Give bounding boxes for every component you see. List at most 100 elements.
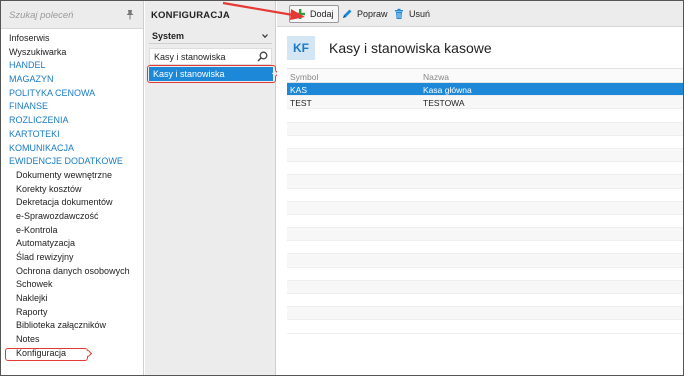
sidebar-item[interactable]: FINANSE (1, 100, 144, 114)
content-area: Dodaj Popraw Usuń KF Kasy i stanowiska k… (277, 1, 683, 375)
empty-row (287, 122, 683, 136)
empty-row (287, 228, 683, 242)
sidebar-item[interactable]: MAGAZYN (1, 73, 144, 87)
configuration-panel-title: KONFIGURACJA (151, 10, 230, 21)
sidebar-item[interactable]: KOMUNIKACJA (1, 142, 144, 156)
filter-input[interactable]: Kasy i stanowiska (149, 48, 272, 65)
sidebar-item[interactable]: Naklejki (1, 292, 144, 306)
table-row[interactable]: TEST TESTOWA (287, 96, 683, 110)
add-button[interactable]: Dodaj (289, 5, 339, 23)
delete-button-label: Usuń (409, 9, 431, 19)
pin-icon[interactable] (125, 9, 135, 20)
app-window: Szukaj poleceń Infoserwis Wyszukiwarka HAN… (0, 0, 684, 376)
sidebar-item-label: EWIDENCJE DODATKOWE (9, 156, 123, 167)
sidebar-item[interactable]: POLITYKA CENOWA (1, 87, 144, 101)
sidebar-item[interactable]: EWIDENCJE DODATKOWE (1, 155, 144, 169)
filter-input-value: Kasy i stanowiska (154, 52, 226, 62)
toolbar: Dodaj Popraw Usuń (277, 1, 683, 27)
cell-symbol: KAS (290, 85, 308, 95)
sidebar-item[interactable]: Konfiguracja (1, 347, 144, 361)
empty-row (287, 280, 683, 294)
sidebar-item[interactable]: Dekretacja dokumentów (1, 196, 144, 210)
sidebar-item-label: KARTOTEKI (9, 128, 60, 139)
empty-row (287, 307, 683, 321)
search-icon[interactable] (257, 51, 268, 62)
sidebar-item-label: e-Sprawozdawczość (16, 210, 99, 221)
left-navigation: Szukaj poleceń Infoserwis Wyszukiwarka HAN… (1, 1, 144, 375)
module-badge: KF (287, 36, 315, 60)
sidebar-item-label: Infoserwis (9, 33, 50, 43)
empty-row (287, 294, 683, 308)
cell-name: Kasa główna (423, 85, 472, 95)
sidebar-item[interactable]: ROZLICZENIA (1, 114, 144, 128)
sidebar-item-label: e-Kontrola (16, 224, 58, 235)
empty-row (287, 254, 683, 268)
empty-row (287, 136, 683, 149)
sidebar-item-label: Naklejki (16, 293, 48, 304)
empty-row (287, 109, 683, 123)
chevron-down-icon (262, 34, 268, 39)
sidebar-item-label: Wyszukiwarka (9, 46, 67, 57)
sidebar-item[interactable]: Dokumenty wewnętrzne (1, 169, 144, 183)
sidebar-item-label: Ochrona danych osobowych (16, 265, 130, 276)
sidebar-item-label: Ślad rewizyjny (16, 252, 74, 262)
cell-name: TESTOWA (423, 98, 465, 109)
table-row[interactable]: KAS Kasa główna (287, 83, 683, 97)
sidebar-item[interactable]: e-Sprawozdawczość (1, 210, 144, 224)
sidebar-item[interactable]: Schowek (1, 278, 144, 292)
sidebar-item[interactable]: Infoserwis (1, 32, 144, 46)
cell-symbol: TEST (290, 98, 312, 109)
empty-row (287, 148, 683, 163)
sidebar-item[interactable]: Korekty kosztów (1, 183, 144, 197)
sidebar-item[interactable]: e-Kontrola (1, 224, 144, 238)
empty-row (287, 241, 683, 255)
sidebar-item-label: FINANSE (9, 101, 49, 112)
edit-button[interactable]: Popraw (339, 5, 390, 23)
sidebar-item[interactable]: Raporty (1, 306, 144, 320)
add-button-label: Dodaj (310, 9, 334, 19)
group-select[interactable]: System (149, 28, 272, 44)
data-grid: Symbol Nazwa KAS Kasa główna TEST TESTOWA (287, 68, 683, 334)
sidebar-item-label: Notes (16, 334, 40, 345)
sidebar-item[interactable]: Ochrona danych osobowych (1, 265, 144, 279)
sidebar-item-label: Dekretacja dokumentów (16, 197, 113, 208)
column-header-symbol[interactable]: Symbol (290, 72, 318, 82)
grid-body: KAS Kasa główna TEST TESTOWA (287, 83, 683, 334)
sidebar-item-label: ROZLICZENIA (9, 115, 69, 126)
empty-row (287, 215, 683, 229)
sidebar-item[interactable]: Ślad rewizyjny (1, 251, 144, 265)
sidebar-item-label: Automatyzacja (16, 238, 76, 249)
sidebar-item[interactable]: HANDEL (1, 59, 144, 73)
delete-button[interactable]: Usuń (391, 5, 432, 23)
empty-row (287, 201, 683, 215)
plus-icon (295, 9, 305, 19)
sidebar-item-label: KOMUNIKACJA (9, 142, 75, 153)
empty-row (287, 189, 683, 202)
sidebar-item-label: MAGAZYN (9, 74, 54, 85)
command-search-placeholder: Szukaj poleceń (9, 10, 74, 21)
page-title: Kasy i stanowiska kasowe (329, 40, 492, 56)
column-header-name[interactable]: Nazwa (423, 72, 449, 82)
sidebar-item[interactable]: Automatyzacja (1, 237, 144, 251)
sidebar-item[interactable]: Notes (1, 333, 144, 347)
configuration-panel: KONFIGURACJA System Kasy i stanowiska Ka… (145, 1, 280, 375)
navigation-menu: Infoserwis Wyszukiwarka HANDEL MAGAZYN POLIT… (1, 32, 144, 361)
empty-row (287, 175, 683, 189)
empty-row (287, 268, 683, 281)
highlight-marker (5, 347, 88, 361)
sidebar-item[interactable]: KARTOTEKI (1, 128, 144, 142)
sidebar-item-label: Biblioteka załączników (16, 320, 107, 331)
pencil-icon (343, 9, 352, 18)
sidebar-item-label: Raporty (16, 306, 48, 317)
command-search[interactable]: Szukaj poleceń (1, 1, 143, 29)
trash-icon (395, 8, 403, 19)
grid-header: Symbol Nazwa (287, 68, 683, 83)
sidebar-item-label: POLITYKA CENOWA (9, 87, 96, 98)
sidebar-item-label: Schowek (16, 279, 53, 290)
sidebar-item[interactable]: Wyszukiwarka (1, 46, 144, 60)
sidebar-item[interactable]: Biblioteka załączników (1, 319, 144, 333)
sidebar-item-label: HANDEL (9, 60, 46, 71)
empty-row (287, 320, 683, 334)
highlight-marker (147, 65, 276, 83)
sidebar-item-label: Korekty kosztów (16, 183, 82, 194)
